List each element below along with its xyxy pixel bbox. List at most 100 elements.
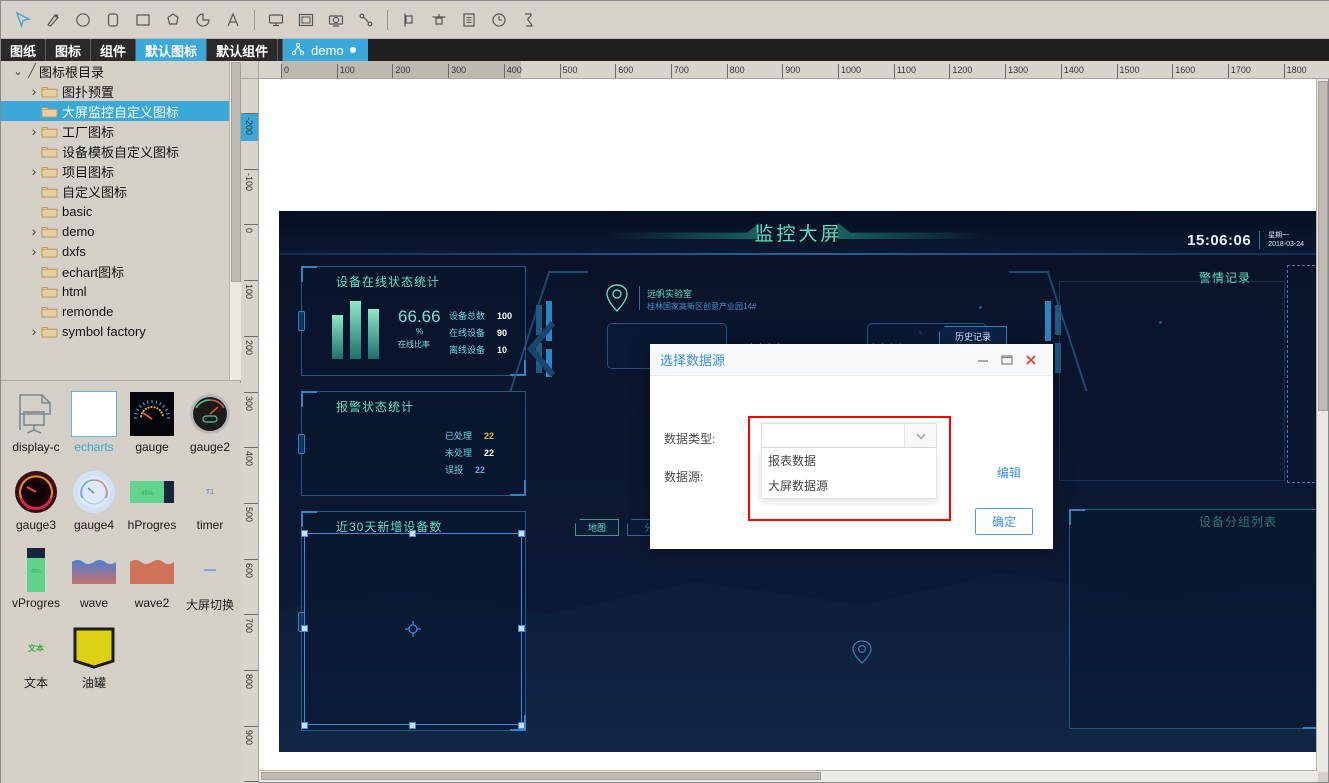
palette-item-gauge4[interactable]: gauge4: [65, 469, 123, 543]
chevron-right-icon[interactable]: ›: [27, 223, 41, 239]
selection-handle-sw[interactable]: [301, 722, 308, 729]
chevron-right-icon[interactable]: ›: [27, 163, 41, 179]
tree-item-7[interactable]: › demo: [1, 221, 241, 241]
close-icon[interactable]: [1019, 348, 1043, 372]
selection-handle-w[interactable]: [301, 625, 308, 632]
polygon-tool[interactable]: [159, 6, 187, 34]
palette-item-大屏切换[interactable]: ▬▬ 大屏切换: [181, 547, 239, 621]
wave-orange-icon: [129, 547, 175, 593]
oil-tank-icon: [71, 625, 117, 671]
map-tab-map[interactable]: 地图: [575, 519, 619, 536]
list-tool[interactable]: [455, 6, 483, 34]
palette-item-gauge[interactable]: gauge: [123, 391, 181, 465]
canvas-hscroll-thumb[interactable]: [261, 772, 821, 780]
tab-drawings[interactable]: 图纸: [1, 39, 47, 61]
selection-handle-s[interactable]: [409, 722, 416, 729]
palette-item-wave2[interactable]: wave2: [123, 547, 181, 621]
rect-tool[interactable]: [129, 6, 157, 34]
polyline-tool[interactable]: [515, 6, 543, 34]
horizontal-ruler[interactable]: 0 100 200 300 400 500 600 700 800 900 1000 1100 1200…: [259, 61, 1329, 79]
tab-default-components[interactable]: 默认组件: [207, 39, 279, 61]
panel-alarm-status[interactable]: 报警状态统计 已处理 22 未处理 22 误报 22: [298, 391, 526, 496]
chevron-down-icon[interactable]: ⌄: [11, 65, 25, 78]
tree-item-12[interactable]: › symbol factory: [1, 321, 241, 341]
palette-item-hProgres[interactable]: 45% hProgres: [123, 469, 181, 543]
alarm-records-body[interactable]: [1059, 281, 1285, 481]
panel-alarm-records-frame[interactable]: [1287, 265, 1318, 483]
chevron-right-icon[interactable]: ›: [27, 83, 41, 99]
palette-item-gauge3[interactable]: gauge3: [7, 469, 65, 543]
pen-tool[interactable]: [39, 6, 67, 34]
tab-icons[interactable]: 图标: [46, 39, 92, 61]
header-rule: [279, 253, 1318, 255]
palette-item-display-c[interactable]: display-c: [7, 391, 65, 465]
cloud-monitor-tool[interactable]: [322, 6, 350, 34]
history-record-button[interactable]: 历史记录: [939, 326, 1007, 346]
palette-item-label: 油罐: [81, 676, 106, 690]
align-left-tool[interactable]: [395, 6, 423, 34]
selection-center-crosshair[interactable]: [405, 621, 421, 637]
selection-handle-e[interactable]: [518, 625, 525, 632]
tree-item-10[interactable]: html: [1, 281, 241, 301]
dropdown-option-bigscreen-datasource[interactable]: 大屏数据源: [762, 473, 936, 498]
canvas-horizontal-scrollbar[interactable]: [259, 770, 1318, 782]
panel-device-online-status[interactable]: 设备在线状态统计 66.66 % 在线比率 设备总数 100 在线设备 90 离线设…: [298, 266, 526, 376]
document-tab-demo[interactable]: demo: [283, 39, 368, 61]
palette-item-油罐[interactable]: 油罐: [65, 625, 123, 699]
chevron-right-icon[interactable]: ›: [27, 123, 41, 139]
data-type-dropdown[interactable]: 报表数据 大屏数据源: [761, 448, 937, 499]
selection-handle-ne[interactable]: [518, 530, 525, 537]
palette-item-wave[interactable]: wave: [65, 547, 123, 621]
tree-item-4[interactable]: › 项目图标: [1, 161, 241, 181]
window-tool[interactable]: [292, 6, 320, 34]
circle-tool[interactable]: [69, 6, 97, 34]
clock-tool[interactable]: [485, 6, 513, 34]
panel-device-groups[interactable]: [1069, 509, 1318, 729]
chevron-right-icon[interactable]: ›: [27, 243, 41, 259]
select-datasource-dialog[interactable]: 选择数据源 数据类型: 数据源: 报表数据 大屏数据源 编辑 确定: [650, 344, 1053, 549]
maximize-icon[interactable]: [995, 348, 1019, 372]
select-pointer-tool[interactable]: [9, 6, 37, 34]
palette-item-文本[interactable]: 文本 文本: [7, 625, 65, 699]
tree-item-2[interactable]: › 工厂图标: [1, 121, 241, 141]
palette-item-echarts[interactable]: echarts: [65, 391, 123, 465]
palette-item-gauge2[interactable]: gauge2: [181, 391, 239, 465]
data-type-select[interactable]: [761, 423, 937, 448]
minimize-icon[interactable]: [971, 348, 995, 372]
chevron-right-icon[interactable]: ›: [27, 323, 41, 339]
palette-item-timer[interactable]: T1 timer: [181, 469, 239, 543]
vertical-ruler[interactable]: -200-10001002003004005006007008009001000: [241, 79, 259, 783]
selection-handle-nw[interactable]: [301, 530, 308, 537]
tree-item-0[interactable]: › 图扑预置: [1, 81, 241, 101]
ruler-tick-label: 1400: [1063, 65, 1084, 75]
online-percent-label: 在线比率: [398, 340, 430, 349]
link-node-tool[interactable]: [352, 6, 380, 34]
selection-handle-n[interactable]: [409, 530, 416, 537]
tab-components[interactable]: 组件: [91, 39, 137, 61]
tree-root-node[interactable]: ⌄ ╱ 图标根目录: [1, 61, 241, 81]
chevron-down-icon[interactable]: [904, 424, 936, 447]
tree-item-9[interactable]: echart图标: [1, 261, 241, 281]
tree-item-8[interactable]: › dxfs: [1, 241, 241, 261]
tab-default-icons[interactable]: 默认图标: [136, 39, 208, 61]
confirm-button[interactable]: 确定: [975, 508, 1033, 535]
tree-item-3[interactable]: 设备模板自定义图标: [1, 141, 241, 161]
rounded-rect-tool[interactable]: [99, 6, 127, 34]
align-top-tool[interactable]: [425, 6, 453, 34]
tree-scrollbar-thumb[interactable]: [231, 62, 241, 282]
monitor-tool[interactable]: [262, 6, 290, 34]
edit-link[interactable]: 编辑: [997, 464, 1021, 481]
pie-tool[interactable]: [189, 6, 217, 34]
canvas-vertical-scrollbar[interactable]: [1316, 79, 1328, 772]
palette-item-vProgres[interactable]: 45% vProgres: [7, 547, 65, 621]
tree-item-1[interactable]: 大屏监控自定义图标: [1, 101, 241, 121]
text-tool[interactable]: [219, 6, 247, 34]
canvas-vscroll-thumb[interactable]: [1318, 81, 1328, 411]
tree-item-5[interactable]: 自定义图标: [1, 181, 241, 201]
tree-scrollbar[interactable]: [229, 61, 241, 380]
dropdown-option-report-data[interactable]: 报表数据: [762, 448, 936, 473]
selection-handle-se[interactable]: [518, 722, 525, 729]
tree-item-6[interactable]: basic: [1, 201, 241, 221]
dialog-titlebar[interactable]: 选择数据源: [650, 344, 1053, 376]
tree-item-11[interactable]: remonde: [1, 301, 241, 321]
